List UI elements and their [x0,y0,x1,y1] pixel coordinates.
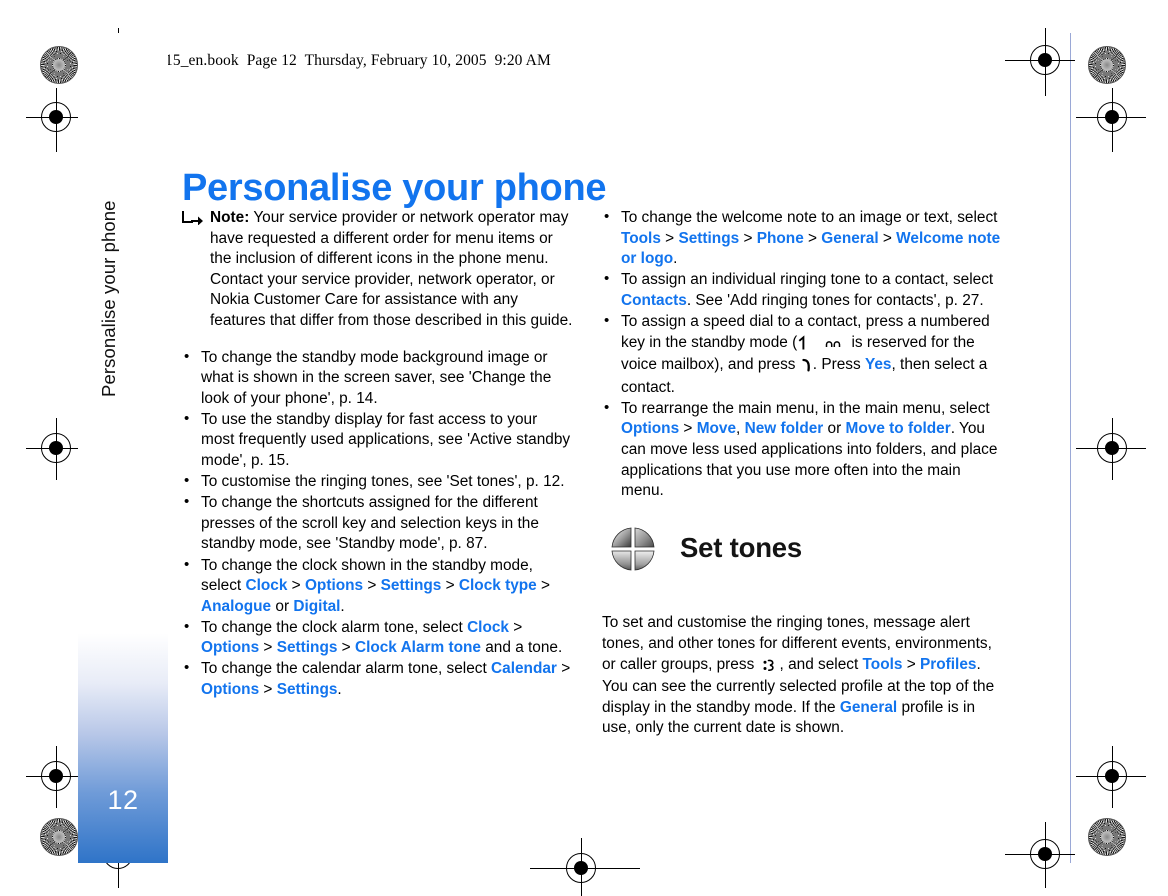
menu-key-icon [759,657,780,678]
path-separator: > [679,420,697,438]
ui-term: Digital [293,597,341,615]
ui-term: Clock [245,577,288,595]
text-run: To rearrange the main menu, in the main … [621,399,990,417]
list-item: To use the standby display for fast acce… [182,409,574,472]
document-header-line: R1115_en.book Page 12 Thursday, February… [140,52,551,69]
voicemail-icon [809,335,847,356]
text-run: . [673,250,678,268]
text-run: . [337,681,342,699]
text-run: To assign an individual ringing tone to … [621,271,994,289]
chapter-side-tab-label: Personalise your phone [98,200,119,397]
ui-term: Settings [678,229,740,247]
ui-term: General [839,698,898,716]
list-item: To rearrange the main menu, in the main … [602,398,1004,502]
path-separator: > [803,229,822,247]
list-item: To assign a speed dial to a contact, pre… [602,311,1004,398]
text-run: , and select [779,655,863,673]
ui-term: Profiles [920,655,977,673]
text-run: To customise the ringing tones, see 'Set… [201,473,565,491]
ui-term: Clock Alarm tone [354,639,481,657]
note-block: Note: Your service provider or network o… [182,208,574,332]
path-separator: > [287,577,305,595]
set-tones-title: Set tones [680,532,802,563]
path-separator: > [556,660,571,678]
list-item: To change the shortcuts assigned for the… [182,492,574,555]
ui-term: Options [201,681,260,699]
ui-term: Options [201,639,260,657]
set-tones-quadrant-icon [608,524,658,574]
text-run: . Press [812,356,865,374]
chapter-side-tab: Personalise your phone 12 [78,33,168,863]
list-item: To change the clock shown in the standby… [182,555,574,618]
set-tones-paragraph: To set and customise the ringing tones, … [602,613,1006,739]
list-item: To change the clock alarm tone, select C… [182,617,574,659]
ui-term: Move to folder [845,420,951,438]
path-separator: > [337,639,355,657]
list-item: To change the welcome note to an image o… [602,207,1004,270]
ui-term: New folder [744,420,824,438]
path-separator: > [259,639,277,657]
text-run: or [271,597,294,615]
guide-line-right [1070,33,1071,863]
ui-term: Settings [276,639,338,657]
ui-term: Clock [467,618,509,636]
path-separator: > [902,655,920,673]
text-run: . [340,597,345,615]
ui-term: Phone [756,229,804,247]
left-column: Note: Your service provider or network o… [182,208,574,701]
text-run: To change the clock alarm tone, select [201,618,468,636]
ui-term: Settings [380,577,442,595]
left-bullet-list: To change the standby mode background im… [182,347,574,701]
list-item: To customise the ringing tones, see 'Set… [182,471,574,493]
text-run: To change the calendar alarm tone, selec… [201,660,492,678]
path-separator: > [536,577,551,595]
text-run: To change the shortcuts assigned for the… [201,494,539,553]
call-key-icon [800,357,813,378]
text-run: , [736,420,745,438]
ui-term: Options [304,577,364,595]
key-1-icon [797,334,809,356]
rosette-mark-top-left [40,46,78,84]
ui-term: Settings [276,681,338,699]
list-item: To change the calendar alarm tone, selec… [182,658,574,700]
page-number: 12 [107,785,139,815]
ui-term: Options [621,420,680,438]
note-text: Your service provider or network operato… [210,209,573,329]
text-run: and a tone. [480,639,563,657]
page-title: Personalise your phone [182,167,607,210]
note-arrow-icon [182,210,204,226]
ui-term: Calendar [491,660,557,678]
right-column: To change the welcome note to an image o… [602,207,1004,502]
text-run: . See 'Add ringing tones for contacts', … [686,291,984,309]
note-label: Note: [210,209,250,226]
text-run: or [823,420,846,438]
path-separator: > [259,681,277,699]
path-separator: > [363,577,381,595]
right-bullet-list: To change the welcome note to an image o… [602,207,1004,502]
ui-term: Move [696,420,737,438]
path-separator: > [441,577,459,595]
rosette-mark-top-right [1088,46,1126,84]
rosette-mark-bottom-right [1088,818,1126,856]
ui-term: Tools [621,229,661,247]
path-separator: > [878,229,897,247]
ui-term: Clock type [458,577,537,595]
path-separator: > [508,618,523,636]
ui-term: Analogue [201,597,272,615]
set-tones-section-header: Set tones [602,518,1004,578]
ui-term: Tools [862,655,903,673]
text-run: To use the standby display for fast acce… [201,410,571,470]
text-run: To change the welcome note to an image o… [621,209,998,226]
path-separator: > [739,229,757,247]
path-separator: > [660,229,679,247]
rosette-mark-bottom-left [40,818,78,856]
ui-term: Yes [864,356,892,374]
ui-term: Contacts [621,291,687,309]
list-item: To assign an individual ringing tone to … [602,269,1004,311]
ui-term: General [821,229,879,247]
list-item: To change the standby mode background im… [182,347,574,410]
text-run: To change the standby mode background im… [201,348,552,407]
